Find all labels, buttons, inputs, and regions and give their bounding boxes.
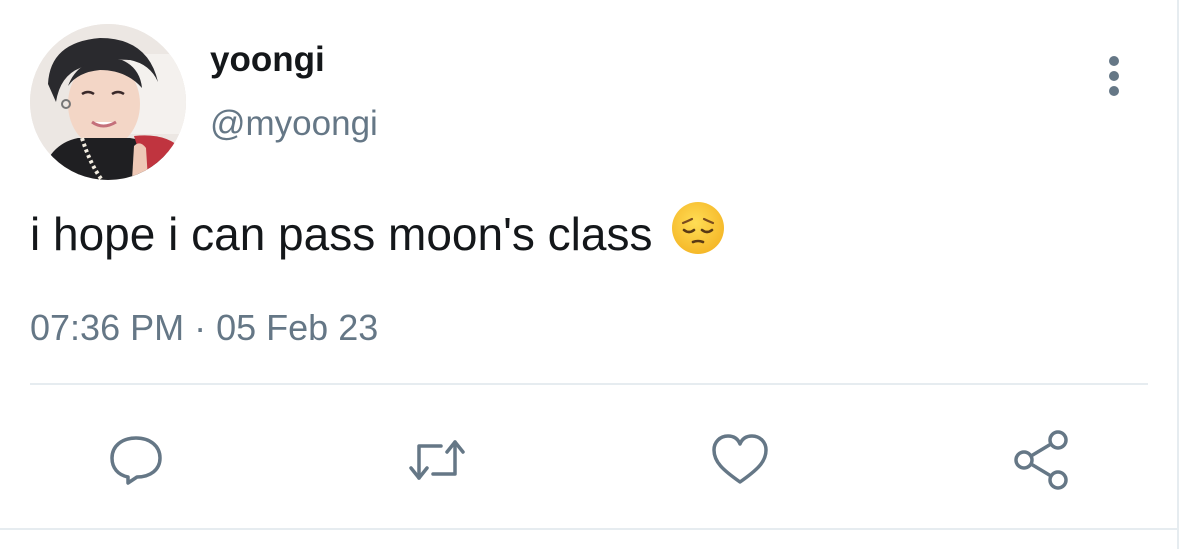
tweet-date: 05 Feb 23 [216, 307, 379, 348]
display-name[interactable]: yoongi [210, 38, 325, 82]
divider [30, 383, 1148, 385]
heart-icon [712, 434, 768, 484]
share-icon [1014, 430, 1068, 490]
bottom-divider [0, 528, 1179, 530]
share-button[interactable] [1010, 428, 1074, 492]
retweet-button[interactable] [405, 428, 469, 492]
avatar[interactable] [30, 24, 186, 180]
tweet-card: yoongi @myoongi i hope i can pass moon's… [0, 0, 1179, 549]
tweet-time: 07:36 PM [30, 307, 185, 348]
more-dot-icon [1109, 86, 1119, 96]
tweet-timestamp[interactable]: 07:36 PM · 05 Feb 23 [30, 306, 378, 350]
more-dot-icon [1109, 56, 1119, 66]
tweet-text: i hope i can pass moon's class [30, 201, 725, 267]
more-options-button[interactable] [1098, 54, 1130, 98]
timestamp-separator: · [194, 307, 207, 348]
pensive-face-emoji-icon [671, 201, 725, 267]
reply-icon [110, 436, 162, 485]
tweet-text-content: i hope i can pass moon's class [30, 208, 653, 260]
more-dot-icon [1109, 71, 1119, 81]
user-handle[interactable]: @myoongi [210, 102, 378, 146]
retweet-icon [409, 440, 465, 480]
reply-button[interactable] [104, 428, 168, 492]
like-button[interactable] [708, 428, 772, 492]
